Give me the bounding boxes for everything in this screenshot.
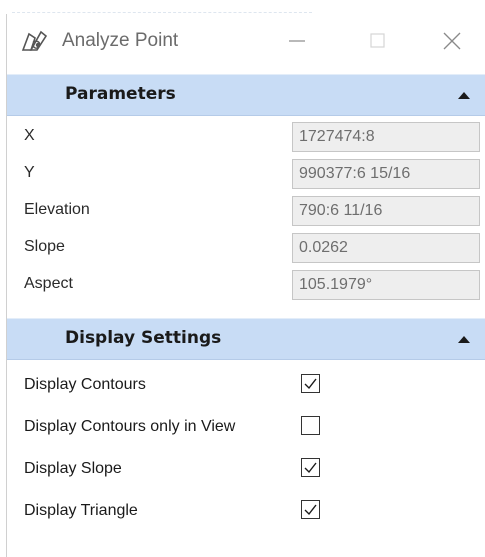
param-label-slope: Slope (24, 238, 65, 255)
param-row-elevation: Elevation 790:6 11/16 (7, 193, 485, 230)
param-label-y: Y (24, 164, 35, 181)
display-triangle-checkbox[interactable] (301, 500, 320, 519)
param-row-slope: Slope 0.0262 (7, 230, 485, 267)
param-label-x: X (24, 127, 35, 144)
display-slope-checkbox[interactable] (301, 458, 320, 477)
collapse-chevron-up-icon[interactable] (456, 88, 472, 100)
setting-label-display-contours-only-in-view: Display Contours only in View (24, 418, 236, 435)
display-settings-header-label: Display Settings (65, 328, 222, 348)
param-value-slope: 0.0262 (292, 233, 480, 263)
param-row-x: X 1727474:8 (7, 119, 485, 156)
setting-label-display-contours: Display Contours (24, 376, 146, 393)
analyze-point-app-icon (19, 28, 49, 54)
setting-label-display-slope: Display Slope (24, 460, 122, 477)
display-settings-list: Display Contours Display Contours only i… (7, 360, 485, 532)
param-value-x: 1727474:8 (292, 122, 480, 152)
param-value-elevation: 790:6 11/16 (292, 196, 480, 226)
close-button[interactable] (432, 28, 472, 54)
display-settings-section-header[interactable]: Display Settings (7, 318, 485, 360)
param-label-elevation: Elevation (24, 201, 90, 218)
checkmark-icon (304, 378, 317, 390)
minimize-button[interactable] (277, 28, 317, 54)
param-row-aspect: Aspect 105.1979° (7, 267, 485, 304)
background-toolbar-fragment (12, 0, 312, 13)
param-label-aspect: Aspect (24, 275, 73, 292)
display-contours-only-in-view-checkbox[interactable] (301, 416, 320, 435)
setting-row-display-contours-only-in-view: Display Contours only in View (7, 406, 485, 448)
background-app-strip (0, 0, 485, 14)
parameters-list: X 1727474:8 Y 990377:6 15/16 Elevation 7… (7, 116, 485, 304)
setting-row-display-contours: Display Contours (7, 364, 485, 406)
collapse-chevron-up-icon[interactable] (456, 332, 472, 344)
setting-row-display-slope: Display Slope (7, 448, 485, 490)
param-value-aspect: 105.1979° (292, 270, 480, 300)
param-row-y: Y 990377:6 15/16 (7, 156, 485, 193)
checkmark-icon (304, 462, 317, 474)
parameters-section-header[interactable]: Parameters (7, 74, 485, 116)
analyze-point-dialog: Analyze Point Parameters X 1727474:8 Y 9… (6, 14, 485, 557)
window-title: Analyze Point (62, 30, 179, 51)
parameters-header-label: Parameters (65, 84, 176, 104)
param-value-y: 990377:6 15/16 (292, 159, 480, 189)
maximize-button[interactable] (357, 28, 397, 54)
checkmark-icon (304, 504, 317, 516)
title-bar[interactable]: Analyze Point (7, 14, 485, 74)
display-contours-checkbox[interactable] (301, 374, 320, 393)
setting-row-display-triangle: Display Triangle (7, 490, 485, 532)
setting-label-display-triangle: Display Triangle (24, 502, 138, 519)
